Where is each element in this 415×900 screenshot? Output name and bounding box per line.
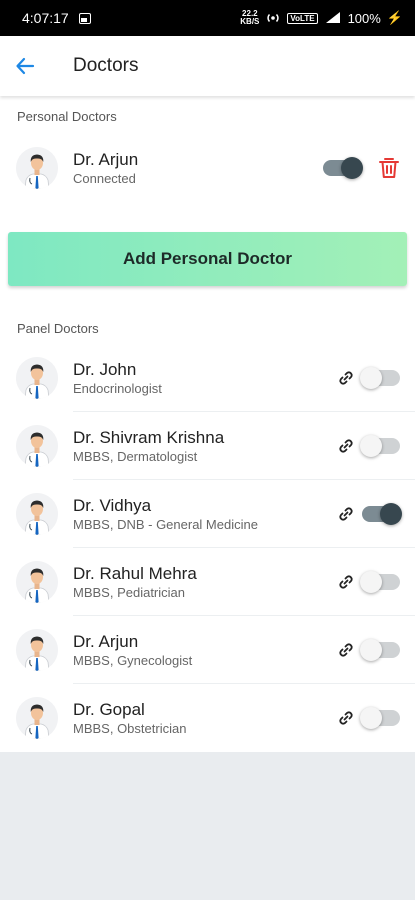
link-icon[interactable] [338,506,354,522]
connect-toggle[interactable] [360,435,400,457]
connect-toggle[interactable] [360,639,400,661]
add-button-wrapper: Add Personal Doctor [0,204,415,308]
doctor-name: Dr. Arjun [73,149,139,169]
link-icon[interactable] [338,710,354,726]
volte-badge: VoLTE [287,12,318,24]
doctor-info: Dr. Gopal MBBS, Obstetrician [73,700,338,737]
link-icon[interactable] [338,642,354,658]
link-icon[interactable] [338,438,354,454]
connect-toggle[interactable] [360,367,400,389]
toggle-knob [360,639,382,661]
doctor-specialty: MBBS, Dermatologist [73,448,198,464]
connect-toggle[interactable] [323,157,363,179]
status-time: 4:07:17 [22,10,69,26]
toggle-knob [341,157,363,179]
toggle-knob [360,435,382,457]
toggle-knob [380,503,402,525]
row-controls [338,571,400,593]
toggle-knob [360,707,382,729]
connect-toggle[interactable] [360,571,400,593]
doctor-avatar [16,629,58,671]
doctor-info: Dr. Vidhya MBBS, DNB - General Medicine [73,496,338,533]
doctor-name: Dr. John [73,359,137,379]
battery-charging-icon: ⚡ [386,10,403,25]
doctor-name: Dr. Rahul Mehra [73,563,197,583]
doctor-name: Dr. Vidhya [73,495,152,515]
panel-doctor-row[interactable]: Dr. Shivram Krishna MBBS, Dermatologist [0,412,415,480]
panel-doctor-row[interactable]: Dr. John Endocrinologist [0,344,415,412]
doctor-status: Connected [73,170,136,186]
arrow-back-icon[interactable] [13,54,37,78]
link-icon[interactable] [338,574,354,590]
doctor-specialty: MBBS, Pediatrician [73,584,185,600]
doctor-avatar [16,697,58,739]
personal-doctor-row[interactable]: Dr. Arjun Connected [0,132,415,204]
connect-toggle[interactable] [362,503,402,525]
toggle-knob [360,367,382,389]
network-speed: 22.2 KB/S [240,10,259,26]
panel-doctor-row[interactable]: Dr. Rahul Mehra MBBS, Pediatrician [0,548,415,616]
doctor-specialty: MBBS, DNB - General Medicine [73,516,258,532]
delete-icon[interactable] [377,156,401,180]
app-bar: Doctors [0,36,415,96]
panel-doctor-row[interactable]: Dr. Vidhya MBBS, DNB - General Medicine [0,480,415,548]
panel-doctors-heading: Panel Doctors [17,320,99,336]
battery-percent: 100% [347,10,381,26]
row-controls [338,707,400,729]
doctor-info: Dr. Rahul Mehra MBBS, Pediatrician [73,564,338,601]
row-controls [338,503,402,525]
hotspot-icon [267,13,280,23]
doctor-avatar [16,493,58,535]
doctor-specialty: MBBS, Obstetrician [73,720,187,736]
doctor-avatar [16,147,58,189]
personal-doctors-heading: Personal Doctors [17,108,117,124]
connect-toggle[interactable] [360,707,400,729]
doctor-info: Dr. Arjun Connected [73,150,323,187]
doctor-specialty: Endocrinologist [73,380,162,396]
doctor-specialty: MBBS, Gynecologist [73,652,193,668]
doctor-avatar [16,425,58,467]
signal-icon [325,12,340,23]
panel-doctor-row[interactable]: Dr. Arjun MBBS, Gynecologist [0,616,415,684]
row-controls [338,435,400,457]
doctor-name: Dr. Shivram Krishna [73,427,225,447]
gallery-notification-icon [78,12,91,24]
doctor-info: Dr. Shivram Krishna MBBS, Dermatologist [73,428,338,465]
doctor-info: Dr. Arjun MBBS, Gynecologist [73,632,338,669]
panel-doctor-row[interactable]: Dr. Gopal MBBS, Obstetrician [0,684,415,752]
status-bar: 4:07:17 22.2 KB/S VoLTE 100% ⚡ [0,0,415,36]
doctor-info: Dr. John Endocrinologist [73,360,338,397]
page-title: Doctors [73,55,139,76]
doctors-content: Personal Doctors Dr. Arjun Connected Add… [0,96,415,752]
panel-doctor-list: Dr. John Endocrinologist Dr. Shivram Kri… [0,344,415,752]
row-controls [338,639,400,661]
link-icon[interactable] [338,370,354,386]
doctor-avatar [16,561,58,603]
add-personal-doctor-button[interactable]: Add Personal Doctor [8,232,407,286]
doctor-name: Dr. Arjun [73,631,139,651]
row-controls [338,367,400,389]
doctor-name: Dr. Gopal [73,699,145,719]
toggle-knob [360,571,382,593]
doctor-avatar [16,357,58,399]
network-speed-unit: KB/S [240,17,260,26]
